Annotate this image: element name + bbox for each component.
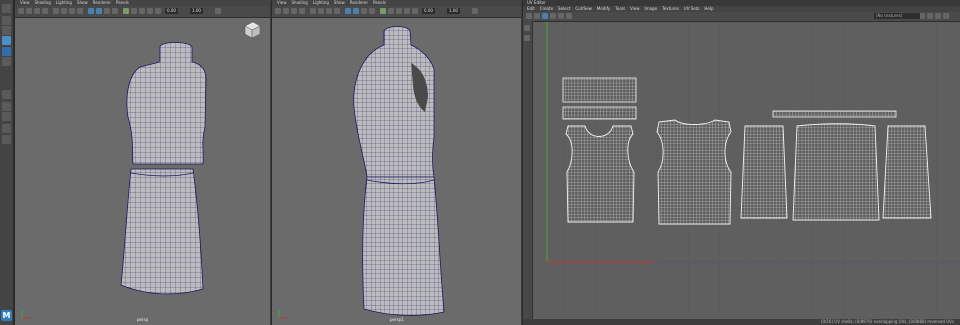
resolution-gate-icon[interactable] (326, 8, 332, 14)
garment-model-side[interactable] (272, 17, 522, 319)
gamma-field[interactable]: 1.00 (190, 8, 203, 14)
ambient-occlusion-icon[interactable] (139, 8, 145, 14)
xray-icon[interactable] (412, 8, 418, 14)
scale-tool-icon[interactable] (2, 57, 11, 66)
grid-icon[interactable] (310, 8, 316, 14)
axis-gizmo-icon (21, 310, 30, 319)
uv-toggle-icon[interactable] (526, 13, 532, 19)
move-tool-icon[interactable] (2, 36, 11, 45)
grid-icon[interactable] (53, 8, 59, 14)
single-view-icon[interactable] (2, 90, 11, 99)
exposure-field[interactable]: 0.00 (165, 8, 178, 14)
smooth-shade-icon[interactable] (353, 8, 359, 14)
wireframe-icon[interactable] (88, 8, 94, 14)
camera-icon[interactable] (18, 8, 24, 14)
lasso-tool-icon[interactable] (2, 16, 11, 25)
uv-shell-collar[interactable] (562, 77, 637, 120)
xray-icon[interactable] (155, 8, 161, 14)
textured-icon[interactable] (112, 8, 118, 14)
uv-checker-icon[interactable] (542, 13, 548, 19)
uv-shell-skirt-right[interactable] (882, 125, 932, 219)
uv-canvas[interactable] (533, 22, 960, 318)
camera-label: persp (137, 317, 149, 322)
film-gate-icon[interactable] (61, 8, 67, 14)
uv-shell-front-bodice[interactable] (565, 125, 635, 223)
ambient-occlusion-icon[interactable] (396, 8, 402, 14)
garment-model-front[interactable] (15, 17, 271, 319)
select-tool-icon[interactable] (2, 4, 11, 13)
camera-icon[interactable] (275, 8, 281, 14)
wireframe-icon[interactable] (345, 8, 351, 14)
color-management-icon[interactable] (472, 8, 478, 14)
toolbox: M (0, 0, 14, 325)
uv-shell-skirt-left[interactable] (740, 125, 788, 219)
bookmark-icon[interactable] (34, 8, 40, 14)
uv-editor-panel[interactable]: UV Editor Edit Create Select Cut/Sew Mod… (522, 0, 960, 325)
uv-shell-waistband[interactable] (772, 110, 897, 118)
smooth-shade-icon[interactable] (96, 8, 102, 14)
film-gate-icon[interactable] (318, 8, 324, 14)
uv-shaded-icon[interactable] (550, 13, 556, 19)
color-management-icon[interactable] (215, 8, 221, 14)
textured-icon[interactable] (369, 8, 375, 14)
image-plane-icon[interactable] (299, 8, 305, 14)
side-by-side-view-icon[interactable] (2, 112, 11, 121)
viewport-persp1[interactable]: View Shading Lighting Show Renderer Pane… (271, 0, 521, 325)
uv-side-tool-icon[interactable] (524, 25, 530, 31)
uv-grid-icon[interactable] (558, 13, 564, 19)
resolution-gate-icon[interactable] (69, 8, 75, 14)
maya-logo-icon: M (1, 310, 12, 321)
uv-shell-back-bodice[interactable] (656, 119, 732, 225)
four-view-icon[interactable] (2, 102, 11, 111)
shadows-icon[interactable] (131, 8, 137, 14)
uv-options-icon[interactable] (943, 13, 949, 19)
uv-shell-skirt-center[interactable] (792, 123, 880, 221)
wireframe-on-shaded-icon[interactable] (104, 8, 110, 14)
isolate-select-icon[interactable] (147, 8, 153, 14)
camera-label: persp1 (390, 317, 404, 322)
uv-side-toolbar (523, 21, 533, 319)
uv-side-tool-icon[interactable] (524, 35, 530, 41)
camera-attributes-icon[interactable] (283, 8, 289, 14)
image-plane-icon[interactable] (42, 8, 48, 14)
uv-status-bar: (0/16) UV shells, (0/8976) overlapping U… (523, 319, 960, 325)
lights-icon[interactable] (123, 8, 129, 14)
uv-alpha-icon[interactable] (935, 13, 941, 19)
magnifier-icon[interactable] (2, 135, 11, 144)
gate-mask-icon[interactable] (334, 8, 340, 14)
bookmark-icon[interactable] (291, 8, 297, 14)
gamma-field[interactable]: 1.00 (447, 8, 460, 14)
isolate-select-icon[interactable] (404, 8, 410, 14)
viewport-persp[interactable]: View Shading Lighting Show Renderer Pane… (14, 0, 270, 325)
outliner-icon[interactable] (2, 124, 11, 133)
texture-selector[interactable]: (No textures) (874, 13, 920, 19)
shadows-icon[interactable] (388, 8, 394, 14)
uv-snap-icon[interactable] (566, 13, 572, 19)
uv-color-icon[interactable] (927, 13, 933, 19)
rotate-tool-icon[interactable] (2, 47, 11, 56)
gate-mask-icon[interactable] (77, 8, 83, 14)
axis-gizmo-icon (278, 310, 287, 319)
exposure-field[interactable]: 0.00 (422, 8, 435, 14)
paint-tool-icon[interactable] (2, 26, 11, 35)
lights-icon[interactable] (380, 8, 386, 14)
uv-isolate-icon[interactable] (534, 13, 540, 19)
wireframe-on-shaded-icon[interactable] (361, 8, 367, 14)
camera-attributes-icon[interactable] (26, 8, 32, 14)
